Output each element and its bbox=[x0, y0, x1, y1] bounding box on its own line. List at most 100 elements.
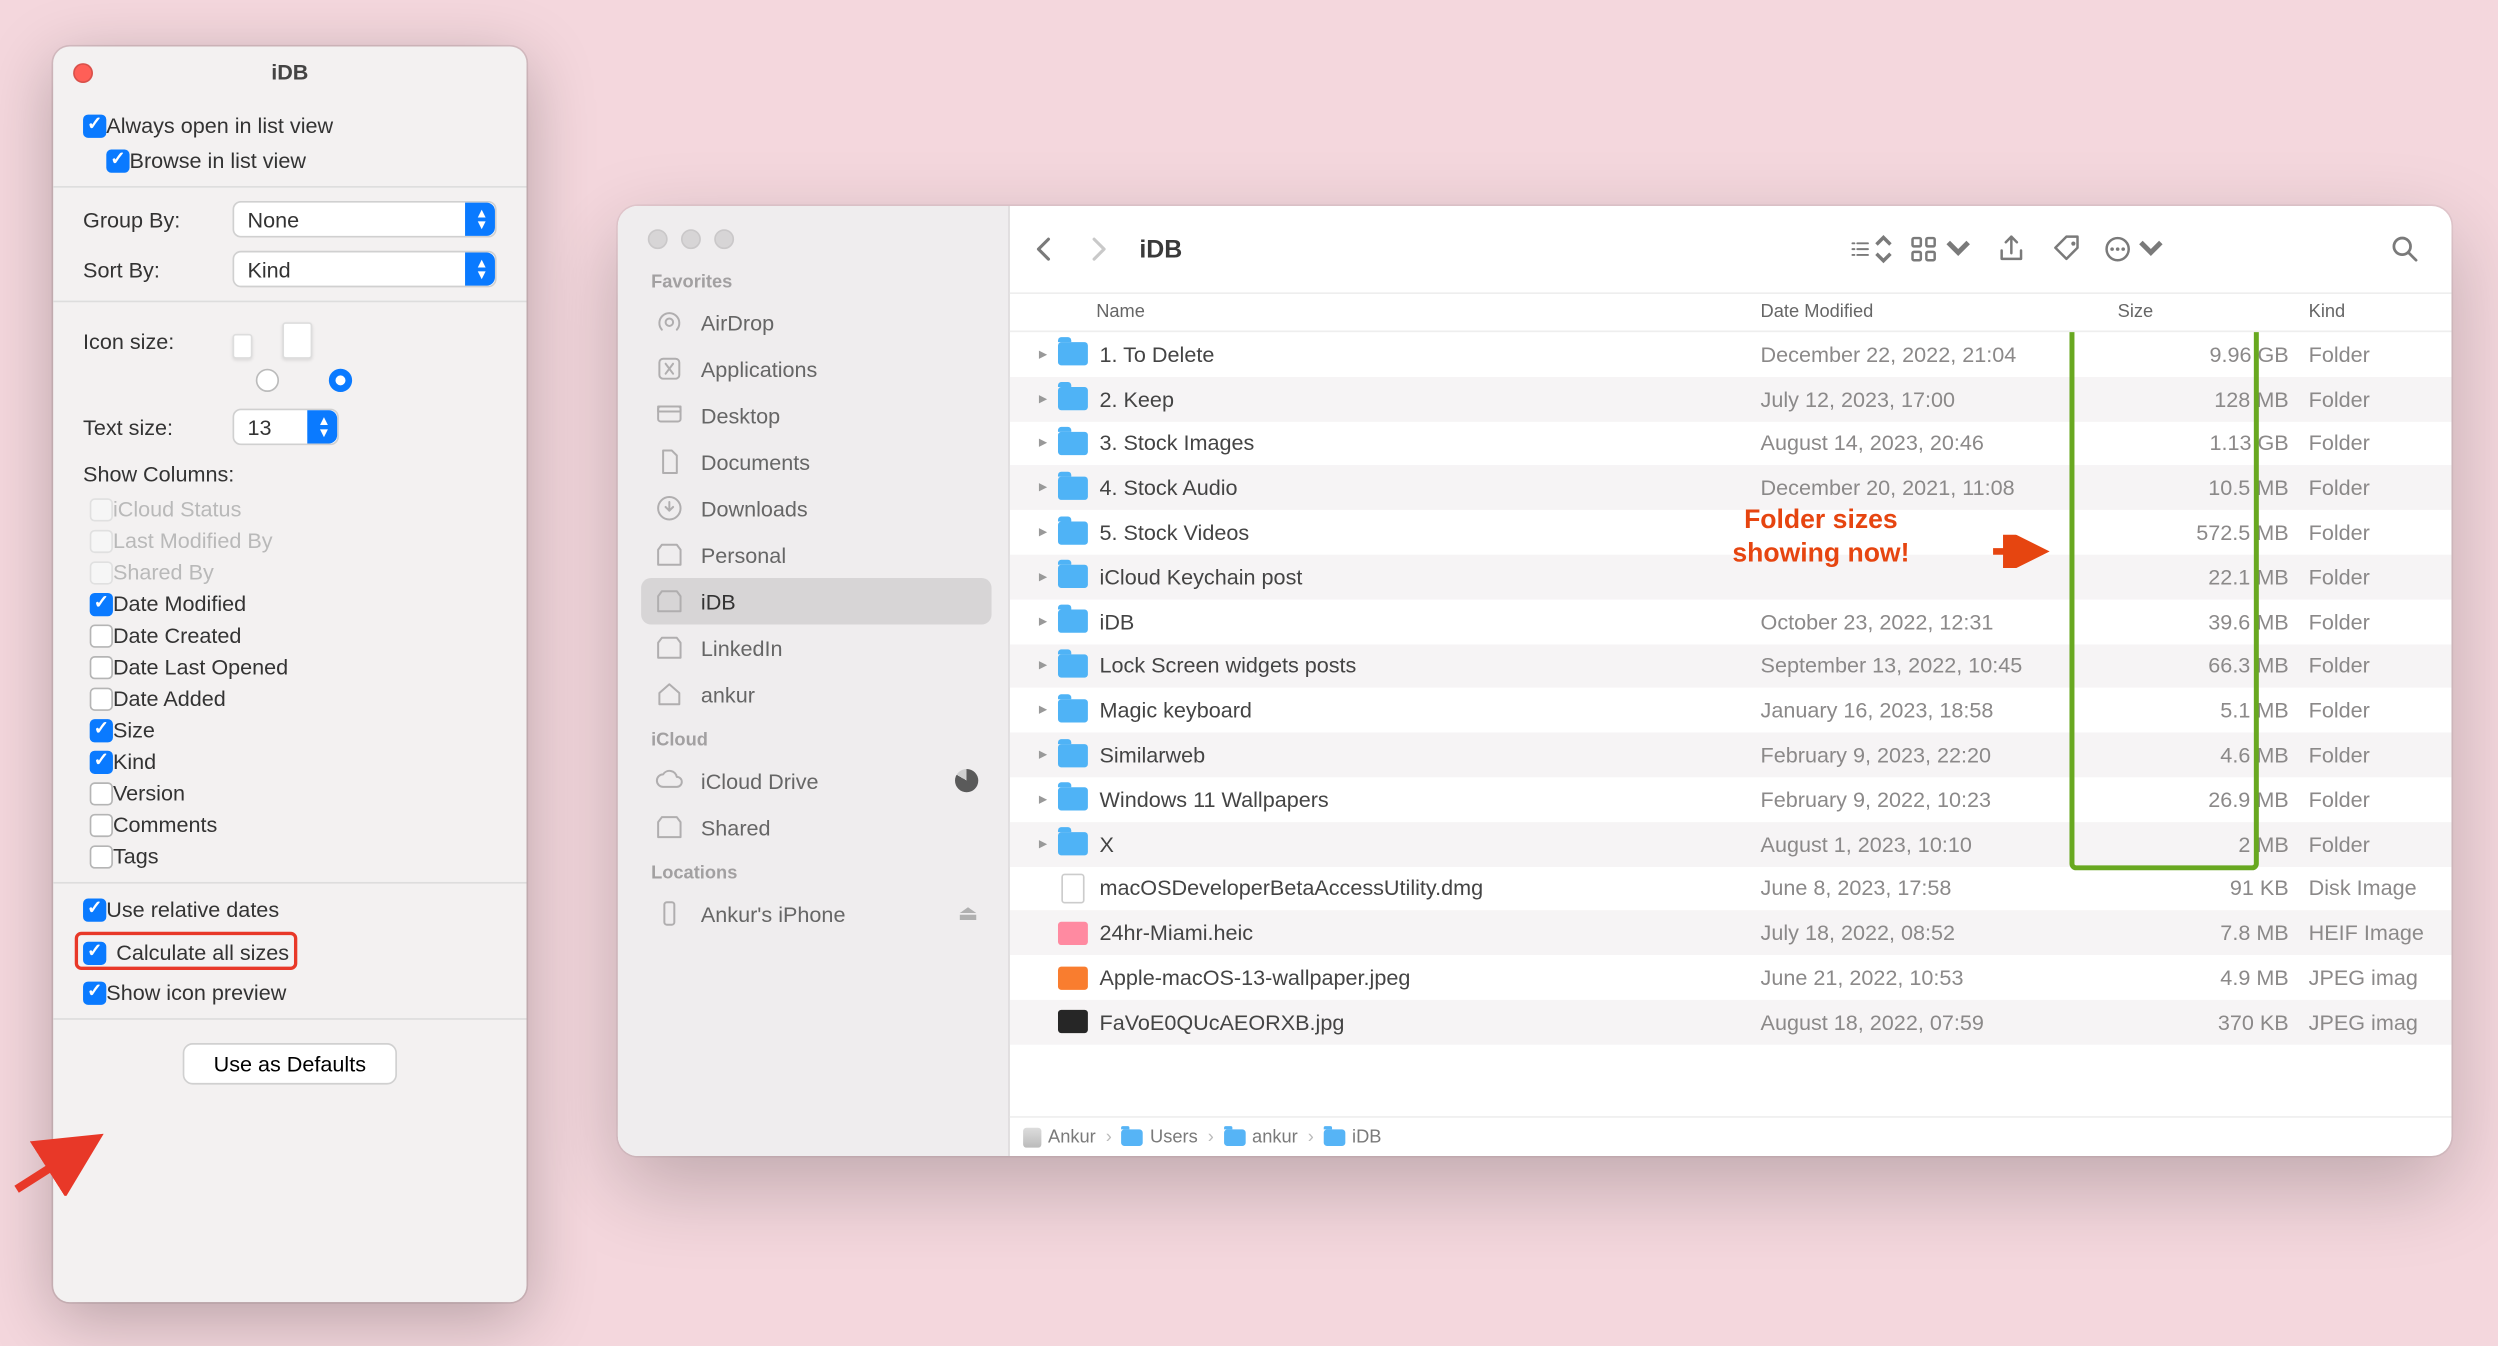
use-relative-dates-checkbox[interactable] bbox=[83, 898, 106, 921]
sort-by-select[interactable]: Kind▲▼ bbox=[233, 251, 497, 288]
file-row[interactable]: ▸iCloud Keychain post22.1 MBFolder bbox=[1010, 555, 2452, 600]
window-traffic-lights[interactable] bbox=[648, 229, 992, 249]
col-tags-checkbox[interactable] bbox=[90, 845, 113, 868]
file-row[interactable]: ▸3. Stock ImagesAugust 14, 2023, 20:461.… bbox=[1010, 421, 2452, 466]
file-size: 26.9 MB bbox=[2118, 787, 2309, 812]
view-list-button[interactable] bbox=[1849, 233, 1896, 266]
sidebar-item-shared[interactable]: Shared bbox=[641, 804, 991, 851]
sidebar-item-icloud-drive[interactable]: iCloud Drive bbox=[641, 757, 991, 804]
column-header-name[interactable]: Name bbox=[1096, 302, 1760, 322]
file-kind: JPEG imag bbox=[2309, 1010, 2452, 1035]
disclosure-triangle-icon[interactable]: ▸ bbox=[1030, 612, 1057, 630]
sidebar-item-ankur-s-iphone[interactable]: Ankur's iPhone⏏ bbox=[641, 890, 991, 937]
icon-size-small-radio[interactable] bbox=[256, 369, 279, 392]
path-label: iDB bbox=[1352, 1127, 1381, 1147]
disclosure-triangle-icon[interactable]: ▸ bbox=[1030, 434, 1057, 452]
image-thumbnail-icon bbox=[1058, 1010, 1088, 1033]
column-header-date[interactable]: Date Modified bbox=[1761, 302, 2118, 322]
disclosure-triangle-icon[interactable]: ▸ bbox=[1030, 746, 1057, 764]
file-size: 2 MB bbox=[2118, 832, 2309, 857]
file-name: Apple-macOS-13-wallpaper.jpeg bbox=[1100, 965, 1761, 990]
sidebar-item-label: iDB bbox=[701, 589, 736, 614]
show-icon-preview-checkbox[interactable] bbox=[83, 981, 106, 1004]
file-list: Folder sizes showing now! ▸1. To DeleteD… bbox=[1010, 332, 2452, 1116]
column-header-size[interactable]: Size bbox=[2118, 302, 2309, 322]
disclosure-triangle-icon[interactable]: ▸ bbox=[1030, 345, 1057, 363]
path-segment[interactable]: Users bbox=[1122, 1127, 1198, 1147]
image-thumbnail-icon bbox=[1058, 966, 1088, 989]
share-button[interactable] bbox=[1988, 233, 2035, 266]
file-row[interactable]: ▸Apple-macOS-13-wallpaper.jpegJune 21, 2… bbox=[1010, 955, 2452, 1000]
file-size: 66.3 MB bbox=[2118, 654, 2309, 679]
file-row[interactable]: ▸2. KeepJuly 12, 2023, 17:00128 MBFolder bbox=[1010, 377, 2452, 422]
file-row[interactable]: ▸5. Stock Videos572.5 MBFolder bbox=[1010, 510, 2452, 555]
group-button[interactable] bbox=[1905, 233, 1978, 266]
sidebar-item-airdrop[interactable]: AirDrop bbox=[641, 299, 991, 346]
disclosure-triangle-icon[interactable]: ▸ bbox=[1030, 790, 1057, 808]
use-as-defaults-button[interactable]: Use as Defaults bbox=[182, 1043, 398, 1085]
file-kind: Folder bbox=[2309, 698, 2452, 723]
sidebar-item-icon bbox=[654, 633, 684, 663]
file-row[interactable]: ▸Magic keyboardJanuary 16, 2023, 18:585.… bbox=[1010, 688, 2452, 733]
file-row[interactable]: ▸XAugust 1, 2023, 10:102 MBFolder bbox=[1010, 822, 2452, 867]
file-row[interactable]: ▸SimilarwebFebruary 9, 2023, 22:204.6 MB… bbox=[1010, 733, 2452, 778]
sidebar-item-documents[interactable]: Documents bbox=[641, 438, 991, 485]
col-size-checkbox[interactable] bbox=[90, 718, 113, 741]
file-size: 572.5 MB bbox=[2118, 520, 2309, 545]
col-date-last-opened-checkbox[interactable] bbox=[90, 655, 113, 678]
sidebar-item-ankur[interactable]: ankur bbox=[641, 671, 991, 718]
tags-button[interactable] bbox=[2045, 233, 2092, 266]
text-size-select[interactable]: 13▲▼ bbox=[233, 409, 339, 446]
sidebar-item-idb[interactable]: iDB bbox=[641, 578, 991, 625]
sidebar-item-desktop[interactable]: Desktop bbox=[641, 392, 991, 439]
file-row[interactable]: ▸24hr-Miami.heicJuly 18, 2022, 08:527.8 … bbox=[1010, 911, 2452, 956]
path-segment[interactable]: Ankur bbox=[1023, 1127, 1096, 1147]
column-header-kind[interactable]: Kind bbox=[2309, 302, 2452, 322]
col-date-added-checkbox[interactable] bbox=[90, 687, 113, 710]
sidebar-item-linkedin[interactable]: LinkedIn bbox=[641, 624, 991, 671]
folder-icon bbox=[1224, 1129, 1246, 1146]
disclosure-triangle-icon[interactable]: ▸ bbox=[1030, 835, 1057, 853]
forward-button[interactable] bbox=[1080, 231, 1117, 268]
disclosure-triangle-icon[interactable]: ▸ bbox=[1030, 657, 1057, 675]
file-size: 91 KB bbox=[2118, 876, 2309, 901]
icon-size-small-icon bbox=[233, 334, 253, 359]
sidebar-item-personal[interactable]: Personal bbox=[641, 531, 991, 578]
disclosure-triangle-icon[interactable]: ▸ bbox=[1030, 390, 1057, 408]
col-comments-checkbox[interactable] bbox=[90, 813, 113, 836]
file-row[interactable]: ▸Windows 11 WallpapersFebruary 9, 2022, … bbox=[1010, 777, 2452, 822]
sidebar-item-downloads[interactable]: Downloads bbox=[641, 485, 991, 532]
path-segment[interactable]: iDB bbox=[1324, 1127, 1382, 1147]
file-row[interactable]: ▸4. Stock AudioDecember 20, 2021, 11:081… bbox=[1010, 466, 2452, 511]
file-size: 9.96 GB bbox=[2118, 342, 2309, 367]
finder-window: Favorites AirDropApplicationsDesktopDocu… bbox=[618, 206, 2452, 1156]
file-row[interactable]: ▸1. To DeleteDecember 22, 2022, 21:049.9… bbox=[1010, 332, 2452, 377]
back-button[interactable] bbox=[1026, 231, 1063, 268]
browse-in-list-view-checkbox[interactable] bbox=[106, 149, 129, 172]
file-row[interactable]: ▸FaVoE0QUcAEORXB.jpgAugust 18, 2022, 07:… bbox=[1010, 1000, 2452, 1045]
col-date-modified-checkbox[interactable] bbox=[90, 592, 113, 615]
path-segment[interactable]: ankur bbox=[1224, 1127, 1298, 1147]
close-button[interactable] bbox=[73, 63, 93, 83]
icon-size-large-radio[interactable] bbox=[329, 369, 352, 392]
disclosure-triangle-icon[interactable]: ▸ bbox=[1030, 479, 1057, 497]
disclosure-triangle-icon[interactable]: ▸ bbox=[1030, 523, 1057, 541]
col-date-created-checkbox[interactable] bbox=[90, 624, 113, 647]
file-row[interactable]: ▸Lock Screen widgets postsSeptember 13, … bbox=[1010, 644, 2452, 689]
action-button[interactable] bbox=[2101, 233, 2167, 266]
file-name: Similarweb bbox=[1100, 743, 1761, 768]
eject-icon[interactable]: ⏏ bbox=[958, 900, 978, 927]
col-version-checkbox[interactable] bbox=[90, 781, 113, 804]
disclosure-triangle-icon[interactable]: ▸ bbox=[1030, 568, 1057, 586]
group-by-select[interactable]: None▲▼ bbox=[233, 201, 497, 238]
disclosure-triangle-icon[interactable]: ▸ bbox=[1030, 701, 1057, 719]
view-options-titlebar: iDB bbox=[53, 47, 526, 97]
search-button[interactable] bbox=[2382, 233, 2429, 266]
path-label: ankur bbox=[1252, 1127, 1298, 1147]
file-row[interactable]: ▸iDBOctober 23, 2022, 12:3139.6 MBFolder bbox=[1010, 599, 2452, 644]
file-row[interactable]: ▸macOSDeveloperBetaAccessUtility.dmgJune… bbox=[1010, 866, 2452, 911]
sidebar-item-applications[interactable]: Applications bbox=[641, 345, 991, 392]
always-open-list-view-checkbox[interactable] bbox=[83, 114, 106, 137]
calculate-all-sizes-checkbox[interactable] bbox=[83, 941, 106, 964]
col-kind-checkbox[interactable] bbox=[90, 750, 113, 773]
